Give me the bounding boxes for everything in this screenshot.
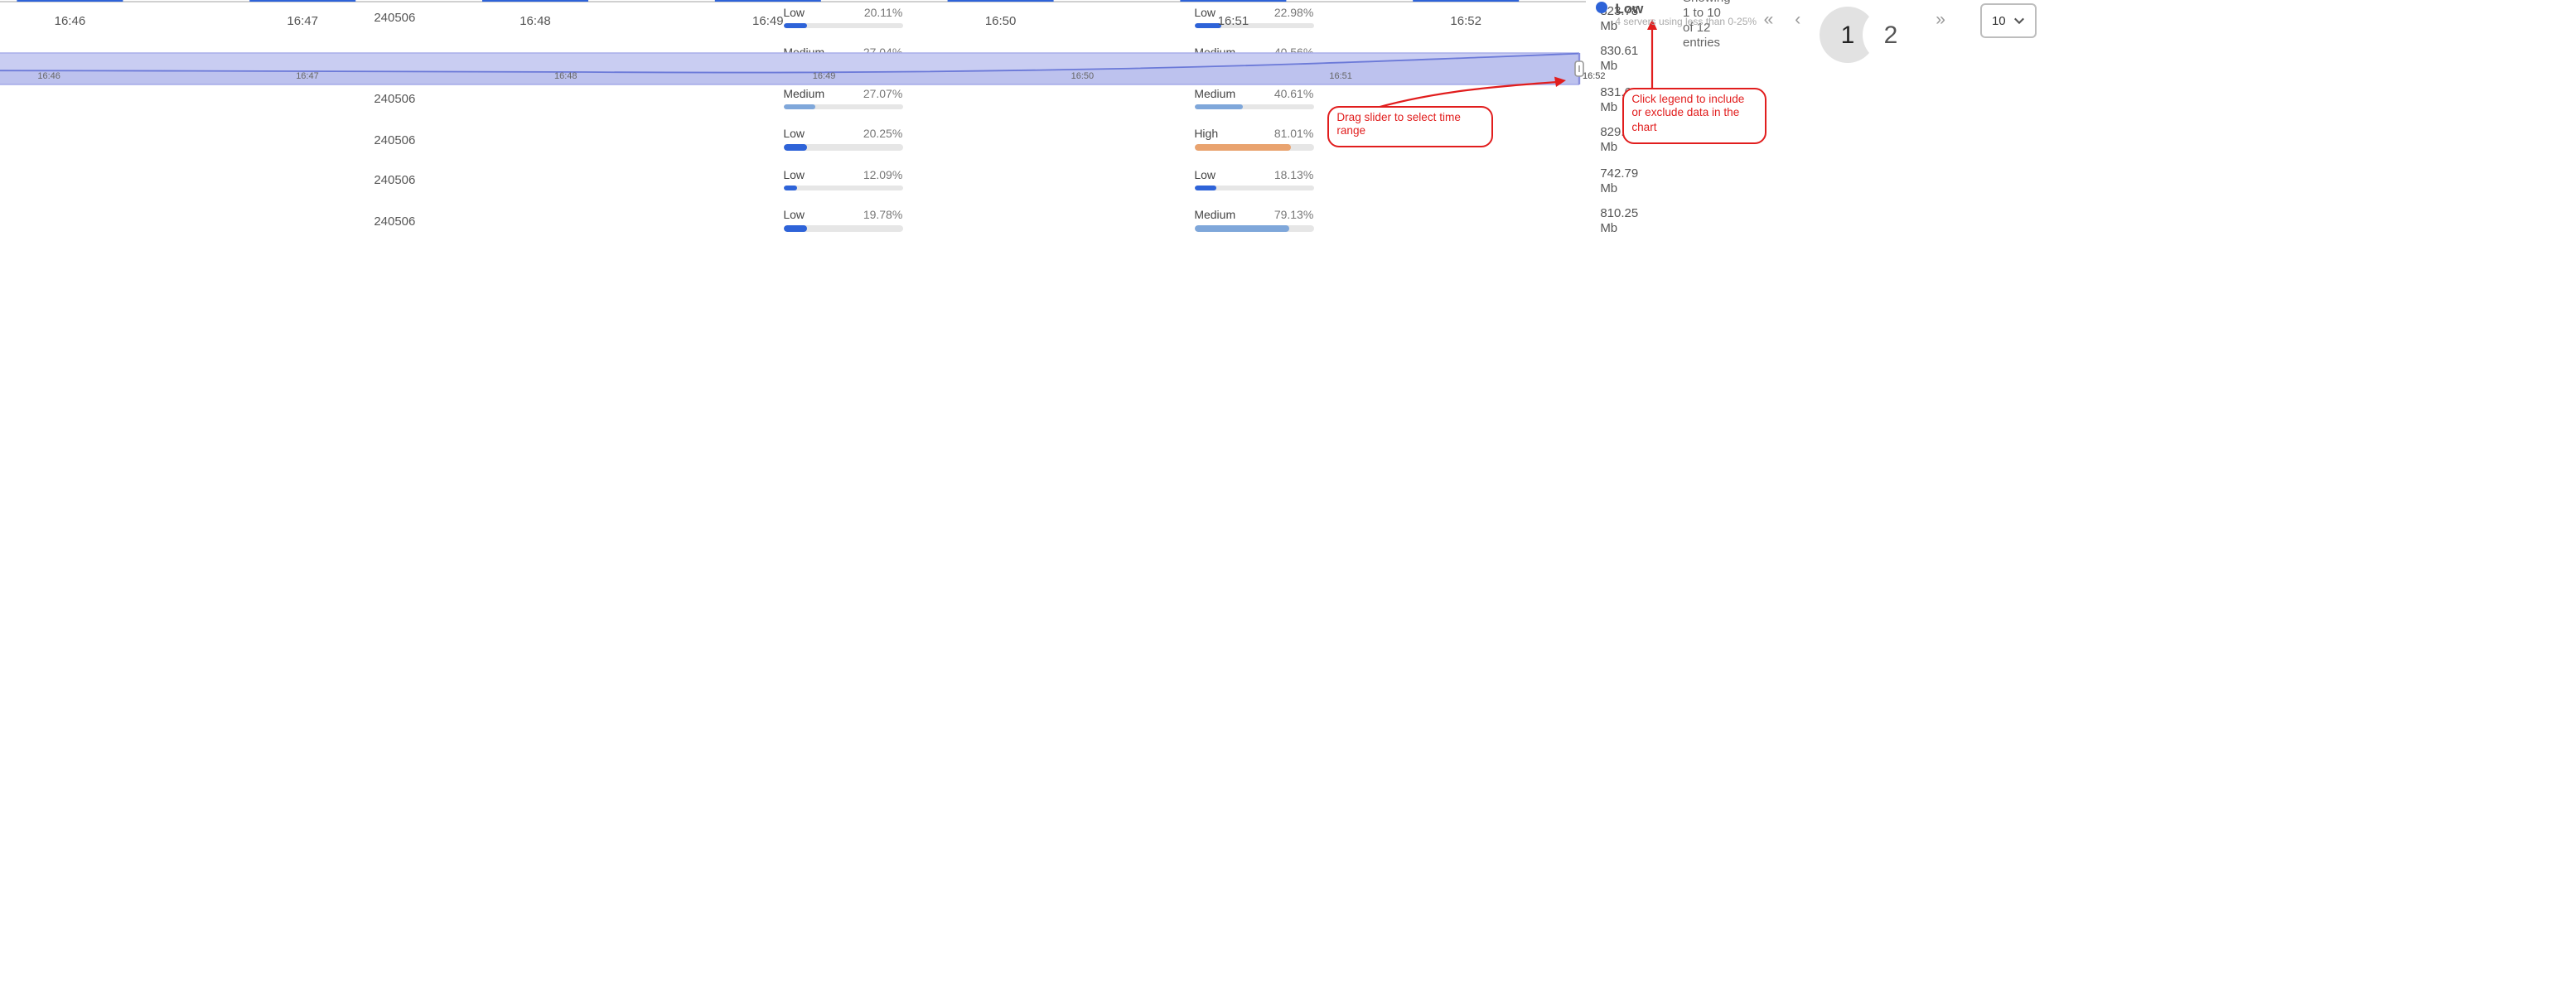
legend-dot [1595, 2, 1607, 13]
previous-page-button[interactable]: ‹ [1791, 12, 1804, 29]
memory-usage-chart: 0510Number of servers16:4316:4416:4516:4… [0, 0, 1767, 150]
svg-text:16:49: 16:49 [752, 13, 783, 27]
table-row: EMSemsv21240506Low19.78%Medium79.13%810.… [0, 200, 1650, 241]
data-plane-cell: 240506 [374, 173, 783, 188]
memory-limit-meter: Low 12.09% [783, 170, 902, 190]
svg-text:16:46: 16:46 [37, 70, 60, 80]
page-size-value: 10 [1992, 12, 2006, 27]
page-button-2[interactable]: 2 [1862, 6, 1918, 62]
server-name-cell: dev [0, 173, 374, 188]
slider-annotation: Drag slider to select time range [1327, 105, 1492, 147]
bar-16:51-low[interactable] [1180, 0, 1286, 1]
memory-request-percentage: 18.13% [1274, 170, 1314, 181]
bar-16:52-low[interactable] [1413, 0, 1519, 1]
bar-16:49-low[interactable] [714, 0, 820, 1]
memory-request-meter: Low 18.13% [1194, 170, 1313, 190]
table-row: EMSdev240506Low12.09%Low18.13%742.79 Mb [0, 160, 1650, 200]
memory-limit-bar [783, 225, 902, 231]
memory-request-percentage: 79.13% [1274, 210, 1314, 222]
svg-text:16:52: 16:52 [1450, 13, 1481, 27]
page-buttons: 12 [1819, 6, 1890, 34]
svg-text:16:46: 16:46 [54, 13, 85, 27]
bar-16:50-low[interactable] [947, 0, 1053, 1]
bar-16:47-low[interactable] [249, 0, 355, 1]
legend-label: Low [1615, 0, 1643, 16]
svg-text:16:48: 16:48 [520, 13, 551, 27]
svg-text:16:48: 16:48 [553, 70, 577, 80]
memory-limit-bar [783, 185, 902, 190]
memory-request-bar [1194, 225, 1313, 231]
chevron-down-icon [2014, 16, 2026, 24]
svg-text:16:47: 16:47 [296, 70, 319, 80]
working-set-cell: 742.79 Mb [1600, 166, 1650, 195]
svg-text:16:51: 16:51 [1329, 70, 1352, 80]
svg-text:16:51: 16:51 [1217, 13, 1249, 27]
memory-limit-percentage: 12.09% [863, 170, 903, 181]
memory-limit-percentage: 19.78% [863, 210, 903, 222]
legend-item-low[interactable]: Low4 servers using less than 0-25% [1595, 0, 1764, 27]
legend-description: 4 servers using less than 0-25% [1615, 17, 1764, 27]
memory-request-meter: Medium 79.13% [1194, 210, 1313, 231]
svg-text:16:47: 16:47 [287, 13, 318, 27]
bar-16:48-low[interactable] [481, 0, 587, 1]
svg-text:16:52: 16:52 [1582, 70, 1605, 80]
svg-text:16:50: 16:50 [1071, 70, 1094, 80]
observability-page: Observability 240506 - Oregon (us-west-2… [0, 0, 28, 28]
svg-text:16:50: 16:50 [984, 13, 1016, 27]
chart-legend: High4 servers using over 80%+Medium4 ser… [1595, 0, 1764, 41]
server-name-cell: emsv21 [0, 214, 374, 229]
memory-limit-level: Low [783, 210, 805, 222]
page-size-select[interactable]: 10 [1980, 2, 2037, 37]
memory-request-bar [1194, 185, 1313, 190]
memory-request-level: Medium [1194, 210, 1235, 222]
memory-limit-level: Low [783, 170, 805, 181]
legend-annotation: Click legend to include or exclude data … [1621, 87, 1766, 144]
memory-limit-meter: Low 19.78% [783, 210, 902, 231]
working-set-cell: 810.25 Mb [1600, 206, 1650, 236]
bar-16:46-low[interactable] [17, 0, 123, 1]
data-plane-cell: 240506 [374, 214, 783, 229]
memory-request-level: Low [1194, 170, 1216, 181]
svg-text:16:49: 16:49 [812, 70, 835, 80]
last-page-button[interactable]: » [1932, 12, 1949, 29]
